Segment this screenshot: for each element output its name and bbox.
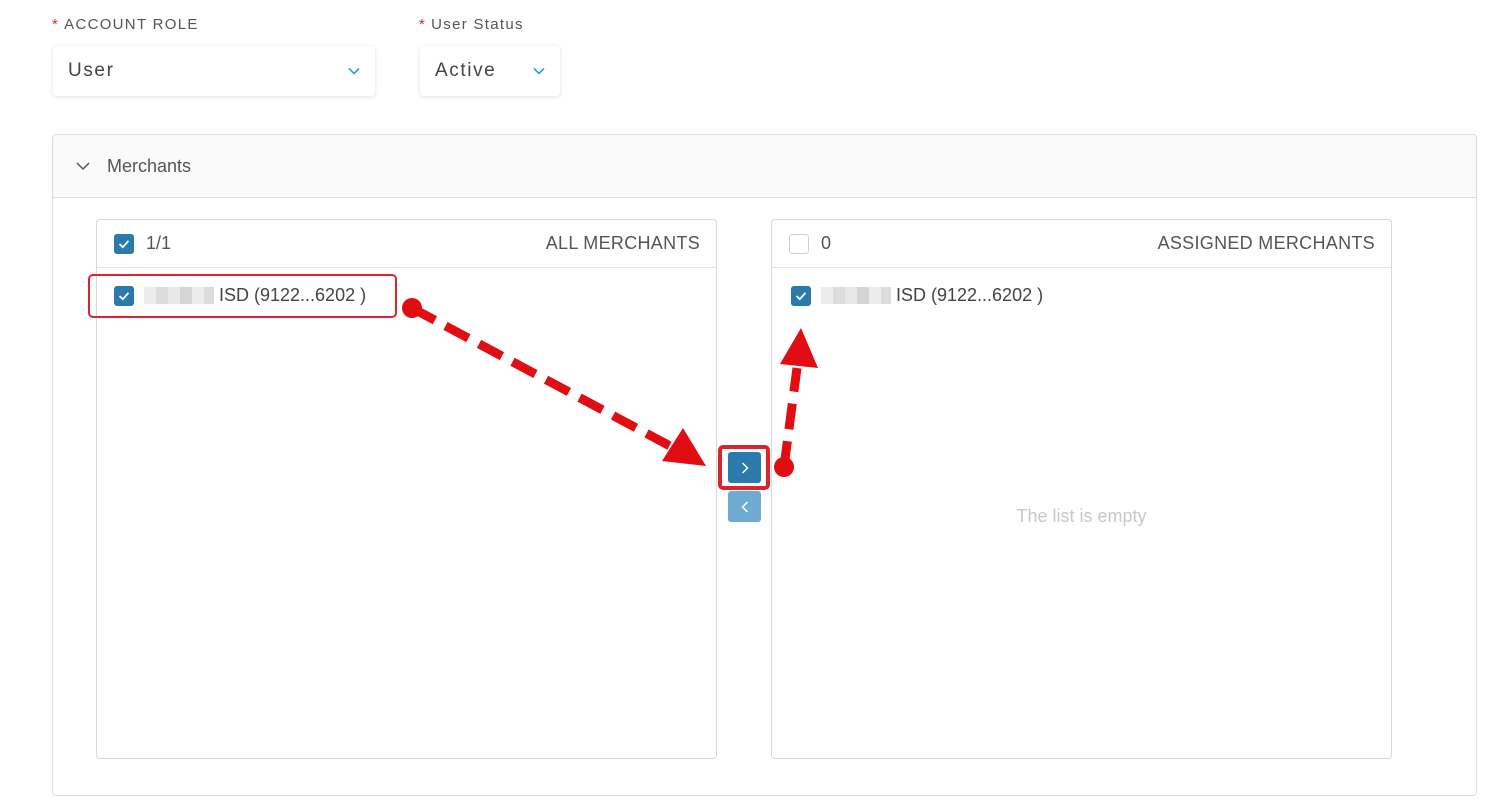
item-checkbox[interactable] bbox=[791, 285, 811, 306]
all-merchants-title: ALL MERCHANTS bbox=[545, 233, 700, 253]
user-status-value: Active bbox=[435, 60, 497, 81]
chevron-down-icon bbox=[533, 67, 545, 75]
annotation-highlight-button bbox=[718, 445, 770, 490]
chevron-down-icon bbox=[76, 162, 90, 171]
required-asterisk: * bbox=[419, 16, 427, 33]
user-status-label: * User Status bbox=[419, 16, 524, 33]
move-left-button[interactable] bbox=[728, 491, 761, 522]
redacted-name bbox=[821, 287, 891, 304]
account-role-value: User bbox=[68, 60, 115, 81]
annotation-highlight-item bbox=[88, 274, 397, 318]
select-all-checkbox[interactable] bbox=[789, 233, 809, 254]
list-item[interactable]: ISD (9122...6202 ) bbox=[791, 285, 1043, 306]
empty-list-text: The list is empty bbox=[1016, 506, 1147, 526]
account-role-select[interactable]: User bbox=[53, 46, 375, 96]
all-merchants-count: 1/1 bbox=[146, 233, 172, 253]
chevron-left-icon bbox=[740, 500, 748, 513]
select-all-checkbox[interactable] bbox=[114, 233, 134, 254]
merchants-panel-title: Merchants bbox=[107, 155, 192, 176]
assigned-merchants-count: 0 bbox=[821, 233, 832, 253]
merchants-panel-header[interactable]: Merchants bbox=[53, 135, 1476, 198]
check-icon bbox=[118, 239, 130, 248]
all-merchants-header: 1/1 ALL MERCHANTS bbox=[97, 220, 716, 268]
check-icon bbox=[795, 291, 807, 300]
account-role-label: * ACCOUNT ROLE bbox=[52, 16, 199, 33]
chevron-down-icon bbox=[348, 67, 360, 75]
assigned-merchants-header: 0 ASSIGNED MERCHANTS bbox=[772, 220, 1391, 268]
merchant-label: ISD (9122...6202 ) bbox=[896, 285, 1044, 305]
user-status-select[interactable]: Active bbox=[420, 46, 560, 96]
assigned-merchants-title: ASSIGNED MERCHANTS bbox=[1157, 233, 1375, 253]
required-asterisk: * bbox=[52, 16, 60, 33]
